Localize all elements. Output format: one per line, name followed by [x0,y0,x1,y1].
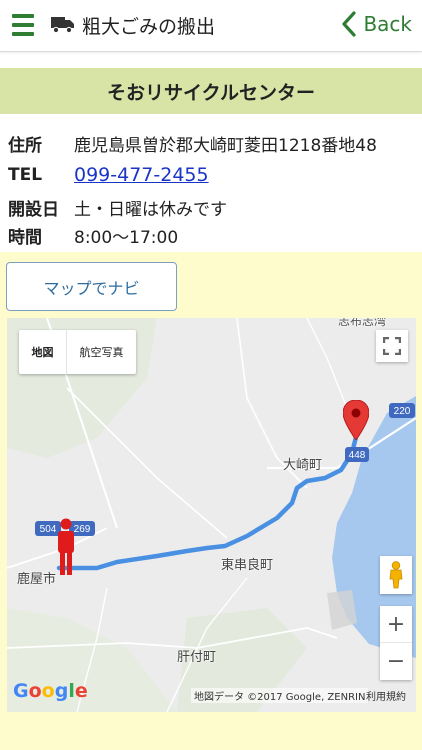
back-label: Back [363,12,412,36]
hamburger-menu-icon[interactable] [12,14,34,36]
facility-name: そおリサイクルセンター [106,81,316,104]
hours-value: 8:00〜17:00 [74,227,179,248]
map-place-kimotsuki: 肝付町 [177,650,217,665]
start-person-icon [58,518,74,575]
zoom-in-button[interactable]: + [380,606,412,643]
app-header: 粗大ごみの搬出 Back [0,0,422,52]
facility-title-bar: そおリサイクルセンター [0,68,422,114]
map-place-higashikushira: 東串良町 [221,558,274,573]
map-navi-button[interactable]: マップでナビ [6,262,177,311]
street-view-button[interactable] [380,556,412,594]
pegman-icon [389,561,403,589]
info-label: 時間 [8,227,42,248]
map-attribution: 地図データ ©2017 Google, ZENRIN [191,688,369,703]
map-type-map-button[interactable]: 地図 [19,330,67,374]
map-place-label: 志布志湾 [338,318,387,328]
info-row-tel: TEL 099-477-2455 [8,162,209,188]
address-value: 鹿児島県曽於郡大崎町菱田1218番地48 [74,135,377,156]
header-title: 粗大ごみの搬出 [82,16,216,38]
info-row-hours: 時間 8:00〜17:00 [8,222,178,248]
info-row-address: 住所 鹿児島県曽於郡大崎町菱田1218番地48 [8,130,377,156]
chevron-left-icon [342,11,357,37]
zoom-out-button[interactable]: − [380,643,412,680]
map-place-kanoya: 鹿屋市 [17,572,57,587]
svg-text:220: 220 [394,406,411,417]
truck-icon [51,17,74,34]
info-label: TEL [8,165,43,185]
map-place-osaki: 大崎町 [283,458,323,473]
back-button[interactable]: Back [341,8,412,40]
svg-text:448: 448 [349,450,366,461]
tel-link[interactable]: 099-477-2455 [74,164,209,186]
route-shield-448: 448 [345,447,369,462]
zoom-control: + − [380,606,412,680]
open-days-value: 土・日曜は休みです [74,199,227,220]
route-shield-220: 220 [389,403,415,418]
info-row-open-days: 開設日 土・日曜は休みです [8,194,227,220]
map-type-control: 地図 航空写真 [19,330,136,374]
facility-info: 住所 鹿児島県曽於郡大崎町菱田1218番地48 TEL 099-477-2455… [0,124,422,252]
map-view[interactable]: 504 269 448 220 志布志湾 大崎町 東串良町 鹿屋市 肝付町 地図… [7,318,416,712]
map-section: マップでナビ 504 269 448 220 志布志湾 大崎町 東串良町 鹿屋市… [0,252,422,750]
map-terms-link[interactable]: 利用規約 [366,688,406,703]
info-label: 開設日 [8,199,59,220]
google-logo: Google [13,680,88,702]
map-type-satellite-button[interactable]: 航空写真 [67,330,136,374]
map-pin-icon[interactable] [343,400,369,440]
fullscreen-icon [383,337,401,355]
info-label: 住所 [8,135,42,156]
fullscreen-button[interactable] [376,330,408,362]
